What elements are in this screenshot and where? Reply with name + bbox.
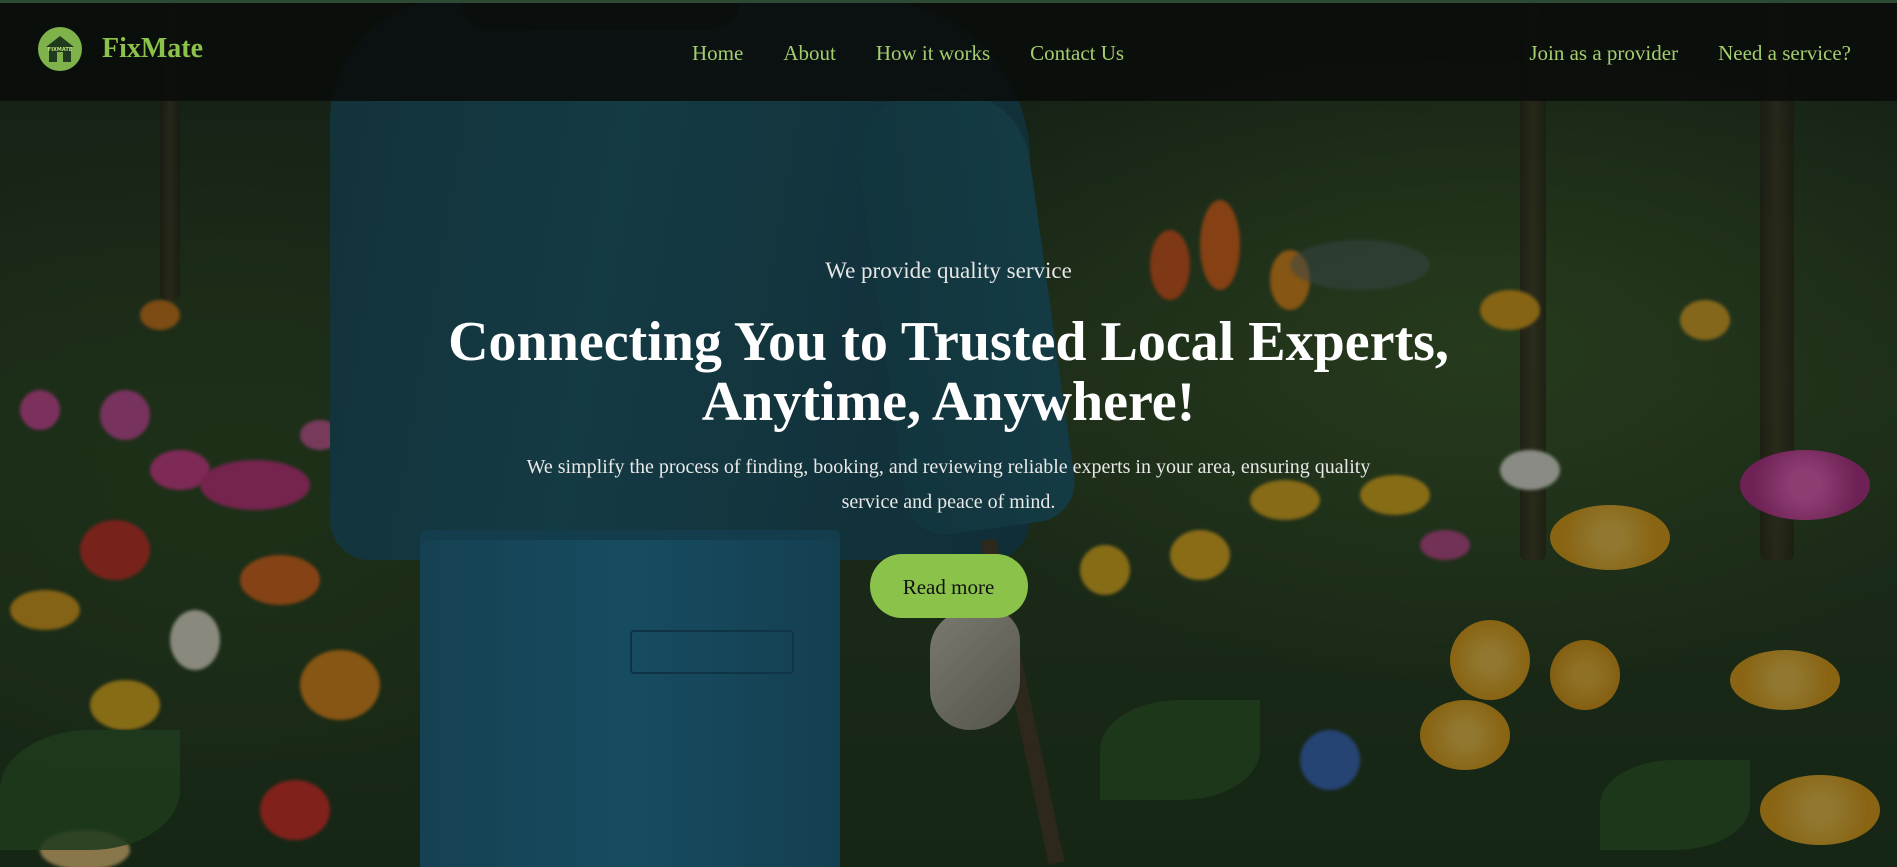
nav-about[interactable]: About [783,41,836,66]
nav-join-provider[interactable]: Join as a provider [1529,41,1678,66]
main-nav: Home About How it works Contact Us [692,41,1124,66]
nav-need-service[interactable]: Need a service? [1718,41,1851,66]
navbar: FIXMATE FixMate Home About How it works … [0,0,1897,101]
hero-headline: Connecting You to Trusted Local Experts,… [448,311,1449,433]
nav-contact-us[interactable]: Contact Us [1030,41,1124,66]
hero-tagline: We provide quality service [825,258,1072,283]
hero-subtext: We simplify the process of finding, book… [526,456,1371,513]
nav-how-it-works[interactable]: How it works [876,41,990,66]
hero-content: We provide quality service Connecting Yo… [0,258,1897,618]
brand[interactable]: FIXMATE FixMate [38,27,203,71]
brand-name[interactable]: FixMate [102,33,203,65]
secondary-nav: Join as a provider Need a service? [1529,41,1851,66]
nav-home[interactable]: Home [692,41,743,66]
house-logo-icon[interactable]: FIXMATE [38,27,82,71]
read-more-button[interactable]: Read more [869,554,1028,618]
logo-text: FIXMATE [47,47,73,53]
